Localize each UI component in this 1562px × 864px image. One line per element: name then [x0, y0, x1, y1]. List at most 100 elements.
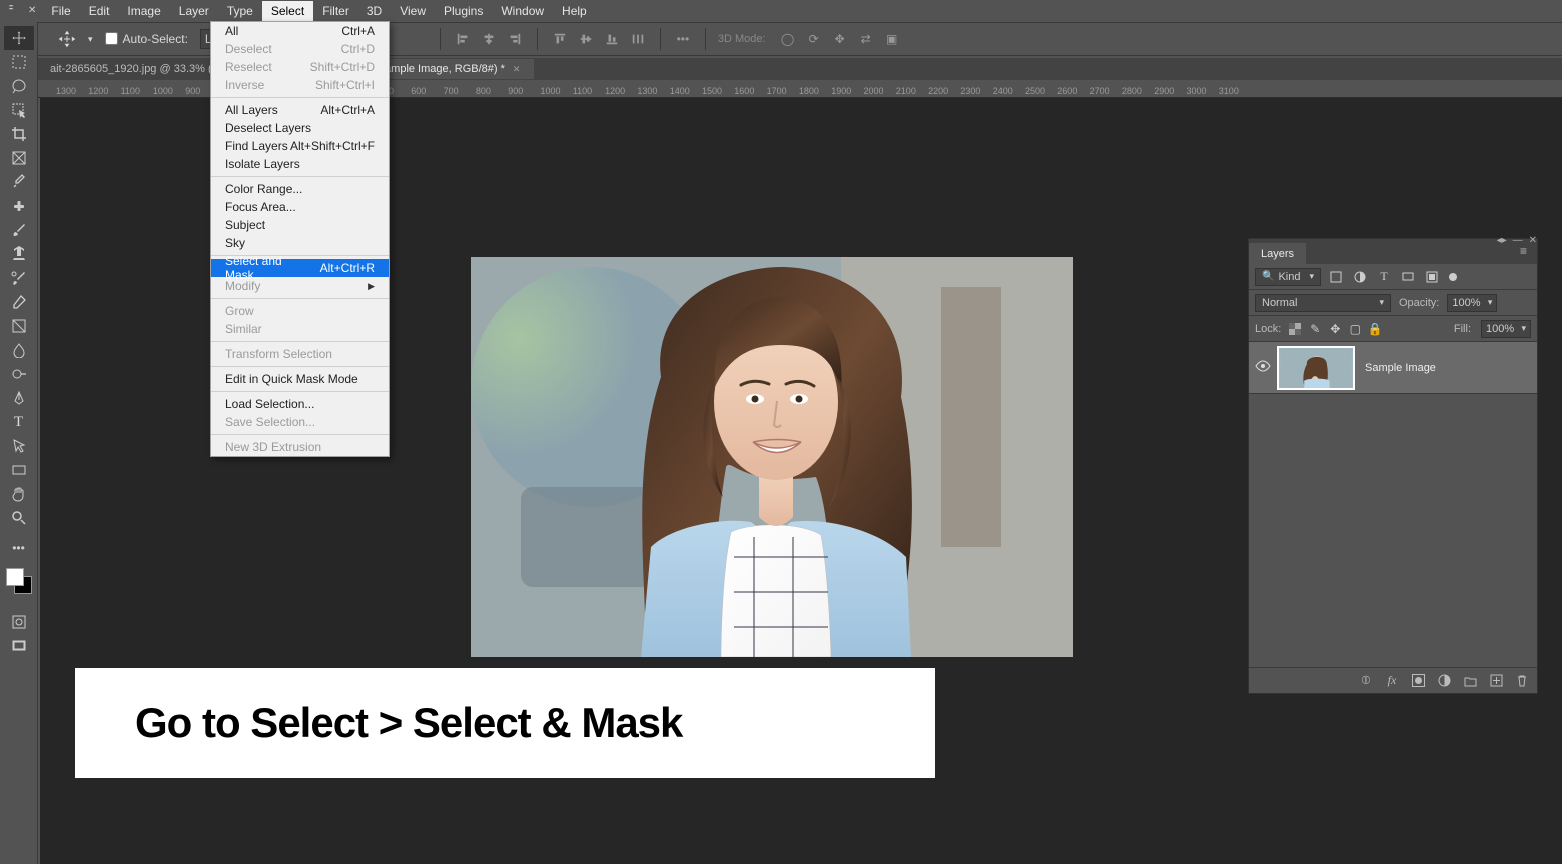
menu-item-focus-area[interactable]: Focus Area...	[211, 198, 389, 216]
layer-mask-icon[interactable]	[1411, 674, 1425, 688]
menu-edit[interactable]: Edit	[80, 1, 119, 21]
filter-smart-icon[interactable]	[1423, 268, 1441, 286]
layer-thumbnail	[1277, 346, 1355, 390]
frame-tool[interactable]	[4, 146, 34, 170]
menu-select[interactable]: Select	[262, 1, 313, 21]
lock-all-icon[interactable]: 🔒	[1367, 321, 1383, 337]
menu-item-select-and-mask[interactable]: Select and Mask...Alt+Ctrl+R	[211, 259, 389, 277]
3d-zoom-icon[interactable]: ▣	[882, 29, 902, 49]
menu-plugins[interactable]: Plugins	[435, 1, 492, 21]
distribute-icon[interactable]	[628, 29, 648, 49]
close-tab-icon[interactable]: ✕	[513, 64, 521, 75]
menu-layer[interactable]: Layer	[170, 1, 218, 21]
crop-tool[interactable]	[4, 122, 34, 146]
screen-mode-toggle[interactable]	[4, 634, 34, 658]
opacity-input[interactable]: 100%▾	[1447, 294, 1497, 312]
menu-view[interactable]: View	[391, 1, 435, 21]
filter-pixel-icon[interactable]	[1327, 268, 1345, 286]
link-layers-icon[interactable]: ⦶	[1359, 674, 1373, 688]
auto-select-checkbox[interactable]: Auto-Select:	[105, 32, 188, 46]
spot-healing-brush-tool[interactable]	[4, 194, 34, 218]
menu-item-all[interactable]: AllCtrl+A	[211, 22, 389, 40]
align-top-icon[interactable]	[550, 29, 570, 49]
visibility-toggle-icon[interactable]	[1249, 360, 1277, 375]
menu-type[interactable]: Type	[218, 1, 262, 21]
filter-type-icon[interactable]: T	[1375, 268, 1393, 286]
group-layers-icon[interactable]	[1463, 674, 1477, 688]
menu-filter[interactable]: Filter	[313, 1, 358, 21]
menu-item-deselect-layers[interactable]: Deselect Layers	[211, 119, 389, 137]
menu-3d[interactable]: 3D	[358, 1, 391, 21]
layers-panel: ◂▸—✕ Layers ≡ 🔍Kind▾ T Normal▾ Opacity: …	[1248, 238, 1538, 694]
pen-tool[interactable]	[4, 386, 34, 410]
3d-orbit-icon[interactable]: ◯	[778, 29, 798, 49]
more-icon[interactable]: •••	[673, 29, 693, 49]
menu-help[interactable]: Help	[553, 1, 596, 21]
rectangle-tool[interactable]	[4, 458, 34, 482]
edit-toolbar-button[interactable]: •••	[4, 536, 34, 560]
menu-file[interactable]: File	[42, 1, 79, 21]
home-icon[interactable]	[4, 1, 24, 21]
3d-slide-icon[interactable]: ⇄	[856, 29, 876, 49]
menu-item-edit-in-quick-mask-mode[interactable]: Edit in Quick Mask Mode	[211, 370, 389, 388]
object-selection-tool[interactable]	[4, 98, 34, 122]
menu-item-isolate-layers[interactable]: Isolate Layers	[211, 155, 389, 173]
history-brush-tool[interactable]	[4, 266, 34, 290]
3d-pan-icon[interactable]: ✥	[830, 29, 850, 49]
menu-item-sky[interactable]: Sky	[211, 234, 389, 252]
menu-item-all-layers[interactable]: All LayersAlt+Ctrl+A	[211, 101, 389, 119]
move-tool[interactable]	[4, 26, 34, 50]
eraser-tool[interactable]	[4, 290, 34, 314]
menu-item-new-3d-extrusion: New 3D Extrusion	[211, 438, 389, 456]
hand-tool[interactable]	[4, 482, 34, 506]
lock-image-icon[interactable]: ✎	[1307, 321, 1323, 337]
layer-style-icon[interactable]: fx	[1385, 674, 1399, 688]
align-center-h-icon[interactable]	[479, 29, 499, 49]
filter-toggle[interactable]	[1449, 273, 1457, 281]
panel-minimize-icon[interactable]: —	[1513, 235, 1523, 246]
filter-shape-icon[interactable]	[1399, 268, 1417, 286]
fill-input[interactable]: 100%▾	[1481, 320, 1531, 338]
menu-item-find-layers[interactable]: Find LayersAlt+Shift+Ctrl+F	[211, 137, 389, 155]
dodge-tool[interactable]	[4, 362, 34, 386]
color-swatches[interactable]	[6, 568, 32, 594]
lock-transparency-icon[interactable]	[1287, 321, 1303, 337]
menu-item-subject[interactable]: Subject	[211, 216, 389, 234]
menu-image[interactable]: Image	[118, 1, 169, 21]
gradient-tool[interactable]	[4, 314, 34, 338]
lock-artboard-icon[interactable]: ▢	[1347, 321, 1363, 337]
layers-tab[interactable]: Layers	[1249, 243, 1306, 264]
adjustment-layer-icon[interactable]	[1437, 674, 1451, 688]
zoom-tool[interactable]	[4, 506, 34, 530]
panel-collapse-icon[interactable]: ◂▸	[1497, 235, 1507, 246]
panel-close-icon[interactable]: ✕	[1529, 235, 1537, 246]
blur-tool[interactable]	[4, 338, 34, 362]
menu-item-load-selection[interactable]: Load Selection...	[211, 395, 389, 413]
new-layer-icon[interactable]	[1489, 674, 1503, 688]
align-right-icon[interactable]	[505, 29, 525, 49]
filter-adjustment-icon[interactable]	[1351, 268, 1369, 286]
clone-stamp-tool[interactable]	[4, 242, 34, 266]
menu-window[interactable]: Window	[492, 1, 553, 21]
layer-filter-kind-dropdown[interactable]: 🔍Kind▾	[1255, 268, 1321, 286]
lasso-tool[interactable]	[4, 74, 34, 98]
3d-roll-icon[interactable]: ⟳	[804, 29, 824, 49]
quick-mask-toggle[interactable]	[4, 610, 34, 634]
caption-text: Go to Select > Select & Mask	[135, 699, 682, 747]
type-tool[interactable]: T	[4, 410, 34, 434]
align-bottom-icon[interactable]	[602, 29, 622, 49]
chevron-down-icon[interactable]: ▾	[88, 34, 93, 45]
brush-tool[interactable]	[4, 218, 34, 242]
eyedropper-tool[interactable]	[4, 170, 34, 194]
blend-mode-dropdown[interactable]: Normal▾	[1255, 294, 1391, 312]
layer-row[interactable]: Sample Image	[1249, 342, 1537, 394]
lock-position-icon[interactable]: ✥	[1327, 321, 1343, 337]
layer-name[interactable]: Sample Image	[1365, 362, 1436, 374]
menu-item-color-range[interactable]: Color Range...	[211, 180, 389, 198]
rectangular-marquee-tool[interactable]	[4, 50, 34, 74]
align-left-icon[interactable]	[453, 29, 473, 49]
align-middle-v-icon[interactable]	[576, 29, 596, 49]
path-selection-tool[interactable]	[4, 434, 34, 458]
delete-layer-icon[interactable]	[1515, 674, 1529, 688]
close-icon[interactable]: ✕	[28, 5, 36, 16]
